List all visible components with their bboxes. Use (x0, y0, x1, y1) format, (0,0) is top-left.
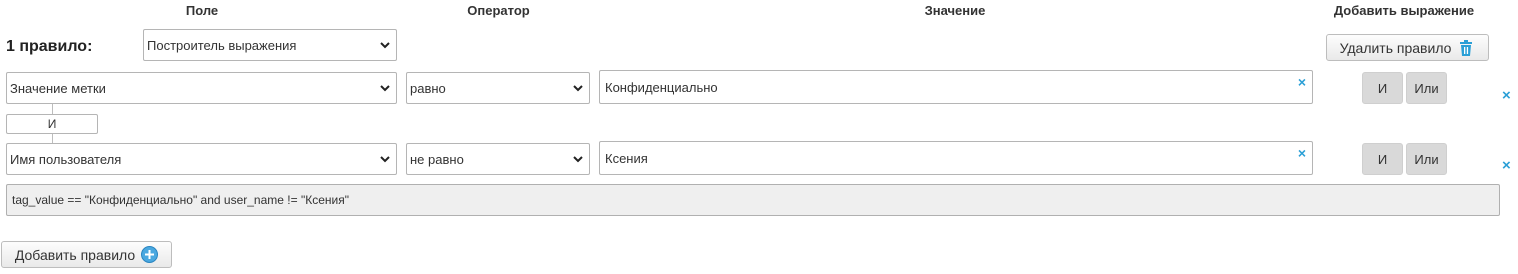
condition-2-value-input[interactable]: Ксения × (599, 141, 1313, 175)
condition-2-or-button[interactable]: Или (1406, 143, 1447, 175)
chevron-down-icon (380, 85, 390, 92)
condition-1-operator-value: равно (410, 80, 446, 96)
header-field: Поле (185, 3, 219, 18)
header-add-expression: Добавить выражение (1333, 3, 1475, 18)
condition-2-field-select[interactable]: Имя пользователя (6, 143, 397, 175)
expression-text: tag_value == "Конфиденциально" and user_… (12, 193, 349, 207)
condition-2-and-button[interactable]: И (1362, 143, 1403, 175)
expression-preview: tag_value == "Конфиденциально" and user_… (6, 184, 1500, 216)
expression-builder-select-value: Построитель выражения (147, 37, 297, 53)
condition-1-or-button[interactable]: Или (1406, 72, 1447, 104)
condition-2-remove-icon[interactable]: × (1502, 158, 1511, 173)
header-value: Значение (924, 3, 986, 18)
delete-rule-label: Удалить правило (1339, 39, 1452, 56)
condition-1-value-input[interactable]: Конфиденциально × (599, 70, 1313, 104)
chevron-down-icon (380, 42, 390, 49)
condition-1-and-button[interactable]: И (1362, 72, 1403, 104)
condition-1-remove-icon[interactable]: × (1502, 88, 1511, 103)
condition-1-field-value: Значение метки (10, 80, 106, 96)
chevron-down-icon (573, 85, 583, 92)
rule-title: 1 правило: (6, 38, 93, 55)
clear-icon[interactable]: × (1298, 146, 1306, 160)
add-rule-button[interactable]: Добавить правило (1, 241, 172, 268)
condition-1-operator-select[interactable]: равно (406, 72, 590, 104)
chevron-down-icon (380, 156, 390, 163)
trash-icon (1460, 39, 1473, 56)
delete-rule-button[interactable]: Удалить правило (1326, 34, 1489, 61)
connector-line-bottom (52, 134, 53, 143)
condition-1-value-text: Конфиденциально (605, 79, 718, 95)
condition-1-field-select[interactable]: Значение метки (6, 72, 397, 104)
plus-circle-icon (141, 246, 159, 263)
expression-builder-select[interactable]: Построитель выражения (143, 29, 397, 61)
header-operator: Оператор (467, 3, 530, 18)
connector-line-top (52, 104, 53, 114)
clear-icon[interactable]: × (1298, 75, 1306, 89)
add-rule-label: Добавить правило (14, 246, 136, 263)
connector-operator-badge: И (6, 114, 98, 134)
chevron-down-icon (573, 156, 583, 163)
condition-2-field-value: Имя пользователя (10, 151, 122, 167)
condition-2-operator-value: не равно (410, 151, 464, 167)
condition-2-operator-select[interactable]: не равно (406, 143, 590, 175)
condition-2-value-text: Ксения (605, 150, 648, 166)
